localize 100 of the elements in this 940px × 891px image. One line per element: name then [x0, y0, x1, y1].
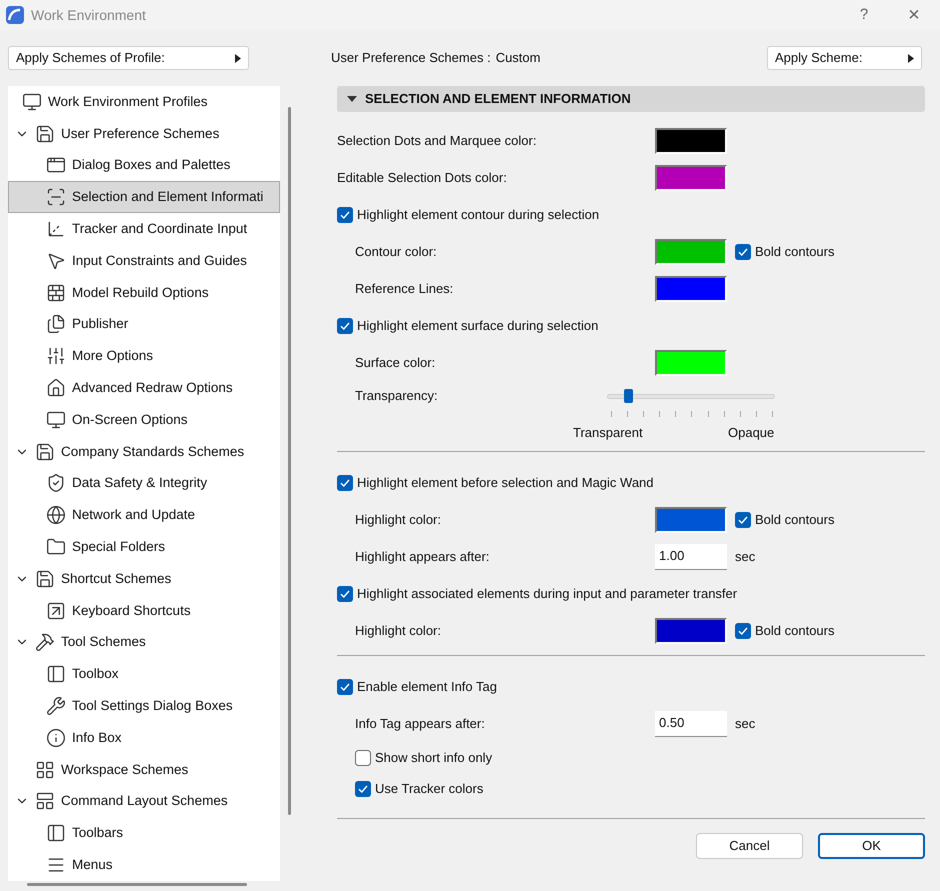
tree-item[interactable]: Tracker and Coordinate Input [8, 213, 280, 245]
tree-item[interactable]: Info Box [8, 722, 280, 754]
number-field[interactable]: 1.00 [655, 544, 727, 570]
monitor-icon [46, 410, 66, 430]
tree-item[interactable]: Command Layout Schemes [8, 786, 280, 818]
checkbox[interactable] [355, 780, 371, 796]
scheme-label: User Preference Schemes : [331, 49, 491, 68]
tree-item-label: Work Environment Profiles [48, 92, 208, 111]
color-swatch[interactable] [655, 506, 727, 532]
tree-item-label: Toolbars [72, 824, 124, 842]
color-swatch[interactable] [655, 164, 727, 190]
checkbox-label: Show short info only [375, 748, 492, 767]
checkbox[interactable] [355, 750, 371, 766]
checkbox-label: Bold contours [755, 510, 834, 529]
scheme-value: Custom [496, 49, 540, 68]
color-swatch[interactable] [655, 618, 727, 644]
tree-item[interactable]: Shortcut Schemes [8, 562, 280, 595]
vertical-scrollbar[interactable] [288, 107, 291, 815]
tree-item-label: Selection and Element Informati [72, 188, 264, 206]
tree-item[interactable]: Tool Settings Dialog Boxes [8, 690, 280, 722]
checkbox[interactable] [337, 678, 353, 694]
checkbox[interactable] [337, 586, 353, 602]
globe-icon [46, 505, 66, 526]
grid-icon [35, 760, 55, 780]
tree-item-label: Toolbox [72, 665, 119, 684]
setting-label: Highlight color: [355, 510, 442, 529]
tree-item[interactable]: Input Constraints and Guides [8, 244, 280, 277]
checkbox[interactable] [735, 244, 751, 260]
checkbox[interactable] [337, 206, 353, 222]
tree-item[interactable]: Toolbox [8, 658, 280, 690]
collapse-triangle-icon[interactable] [347, 96, 357, 102]
number-field[interactable]: 0.50 [655, 710, 727, 736]
color-swatch[interactable] [655, 238, 727, 264]
tree-item[interactable]: Model Rebuild Options [8, 276, 280, 309]
tree-item[interactable]: Menus [8, 849, 280, 881]
checkbox[interactable] [735, 622, 751, 638]
caret-icon [235, 54, 241, 62]
wrench-icon [46, 696, 66, 716]
apply-scheme-dropdown[interactable]: Apply Scheme: [767, 46, 922, 70]
tree-item[interactable]: Keyboard Shortcuts [8, 594, 280, 627]
tree-item[interactable]: On-Screen Options [8, 404, 280, 436]
tree-item-label: Special Folders [72, 538, 166, 556]
unit-label: sec [735, 548, 756, 566]
tree-item[interactable]: Dialog Boxes and Palettes [8, 150, 280, 182]
color-swatch[interactable] [655, 350, 727, 376]
tree-item[interactable]: Toolbars [8, 817, 280, 850]
checkbox-label: Highlight element contour during selection [357, 206, 600, 224]
tree-item[interactable]: Company Standards Schemes [8, 436, 280, 468]
tree-item[interactable]: Workspace Schemes [8, 754, 280, 786]
setting-label: Selection Dots and Marquee color: [337, 132, 538, 150]
tree-item-label: Company Standards Schemes [61, 442, 244, 461]
tree-item[interactable]: Tool Schemes [8, 626, 280, 658]
tree-item-label: User Preference Schemes [61, 124, 220, 143]
checkbox[interactable] [735, 512, 751, 528]
tree-item-label: Publisher [72, 315, 128, 334]
panel-icon [46, 664, 66, 684]
tree-item-label: Data Safety & Integrity [72, 474, 208, 492]
close-button[interactable]: × [888, 0, 940, 30]
tree-item[interactable]: Advanced Redraw Options [8, 372, 280, 404]
checkbox-label: Enable element Info Tag [357, 678, 497, 696]
checkbox-label: Use Tracker colors [375, 780, 484, 798]
tree-item-label: Advanced Redraw Options [72, 378, 233, 397]
tree-item-label: Tracker and Coordinate Input [72, 220, 248, 238]
setting-label: Surface color: [355, 354, 436, 372]
color-swatch[interactable] [655, 128, 727, 154]
tree-item-label: Info Box [72, 728, 122, 747]
tree-item-label: Menus [72, 856, 113, 874]
tree-item[interactable]: Special Folders [8, 531, 280, 563]
unit-label: sec [735, 714, 756, 733]
checkbox[interactable] [337, 474, 353, 490]
setting-label: Highlight color: [355, 622, 442, 640]
slider-thumb[interactable] [624, 388, 633, 402]
ok-button[interactable]: OK [818, 833, 925, 859]
cursor-icon [46, 250, 66, 271]
checkbox-label: Highlight element surface during selection [357, 316, 598, 335]
tree-item[interactable]: Work Environment Profiles [8, 86, 280, 118]
checkbox[interactable] [337, 318, 353, 334]
checkbox-label: Bold contours [755, 242, 834, 261]
setting-label: Editable Selection Dots color: [337, 168, 508, 187]
slider-max-label: Opaque [728, 424, 774, 442]
tree-item-label: Tool Settings Dialog Boxes [72, 696, 233, 715]
layout-icon [35, 791, 55, 812]
tree-item[interactable]: Network and Update [8, 499, 280, 532]
tree-item[interactable]: Selection and Element Informati [8, 181, 280, 214]
horizontal-scrollbar[interactable] [27, 882, 247, 886]
apply-profile-dropdown[interactable]: Apply Schemes of Profile: [8, 46, 249, 70]
cancel-button[interactable]: Cancel [696, 833, 803, 859]
tree-item-label: Tool Schemes [61, 633, 146, 652]
tree-item[interactable]: Data Safety & Integrity [8, 468, 280, 500]
section-header[interactable]: SELECTION AND ELEMENT INFORMATION [337, 86, 925, 112]
tree-item-label: Command Layout Schemes [61, 792, 228, 810]
tree-item[interactable]: More Options [8, 340, 280, 372]
checkbox-label: Highlight element before selection and Magic Wand [357, 474, 654, 492]
help-button[interactable]: ? [840, 0, 888, 30]
tree-item-label: Model Rebuild Options [72, 284, 209, 302]
tree-item[interactable]: User Preference Schemes [8, 118, 280, 150]
setting-label: Highlight appears after: [355, 548, 490, 566]
tree-item[interactable]: Publisher [8, 308, 280, 340]
setting-label: Info Tag appears after: [355, 714, 486, 733]
color-swatch[interactable] [655, 276, 727, 302]
